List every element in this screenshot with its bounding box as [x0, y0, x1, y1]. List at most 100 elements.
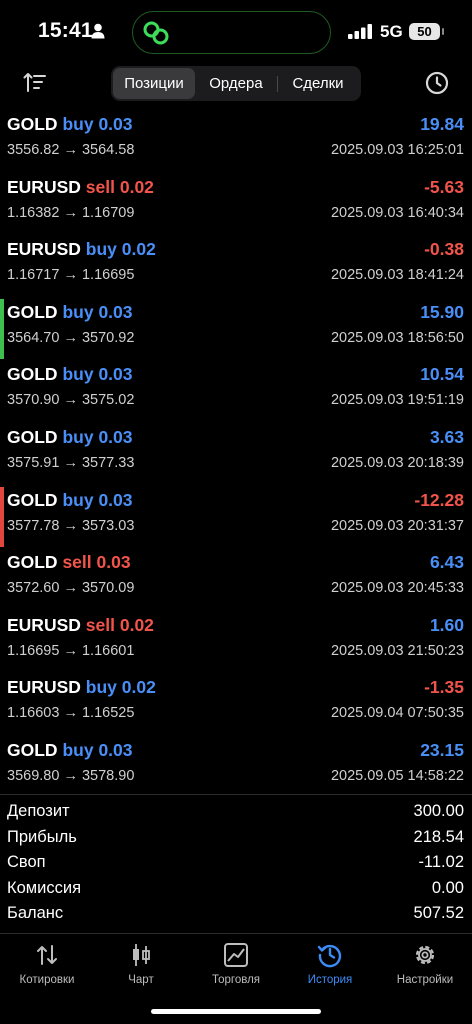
- tabbar-settings[interactable]: Настройки: [378, 942, 472, 986]
- tabbar-chart[interactable]: Чарт: [94, 942, 188, 986]
- summary-label: Баланс: [7, 904, 64, 923]
- deal-prices: 3575.91 → 3577.33: [7, 454, 135, 471]
- tabbar-label: Настройки: [396, 974, 454, 986]
- deal-row[interactable]: EURUSD sell 0.02 1.16382 → 1.16709 -5.63 20…: [0, 173, 472, 236]
- deal-row[interactable]: GOLD sell 0.03 3572.60 → 3570.09 6.43 2025.…: [0, 548, 472, 611]
- deal-side: sell: [85, 614, 115, 635]
- deal-symbol: GOLD: [7, 739, 58, 760]
- tabbar-label: Чарт: [128, 974, 154, 986]
- deal-volume: 0.03: [98, 426, 133, 447]
- deal-prices: 3577.78 → 3573.03: [7, 517, 135, 534]
- deal-row[interactable]: GOLD buy 0.03 3569.80 → 3578.90 23.15 2025.…: [0, 736, 472, 799]
- deal-side: buy: [62, 489, 94, 510]
- deal-title: EURUSD buy 0.02: [7, 239, 156, 260]
- deal-time: 2025.09.03 20:18:39: [330, 454, 464, 471]
- deal-title: EURUSD buy 0.02: [7, 677, 156, 698]
- deal-title: GOLD buy 0.03: [7, 364, 133, 385]
- deal-symbol: EURUSD: [7, 677, 81, 698]
- deal-volume: 0.03: [98, 739, 133, 760]
- deal-row[interactable]: EURUSD sell 0.02 1.16695 → 1.16601 1.60 202…: [0, 611, 472, 674]
- deal-title: GOLD buy 0.03: [7, 302, 133, 323]
- deal-title: EURUSD sell 0.02: [7, 615, 154, 636]
- person-icon: [91, 23, 105, 39]
- deal-profit: 1.60: [429, 614, 464, 635]
- deal-row[interactable]: GOLD buy 0.03 3564.70 → 3570.92 15.90 2025.…: [0, 298, 472, 361]
- deal-prices: 1.16382 → 1.16709: [7, 204, 135, 221]
- deal-volume: 0.03: [98, 364, 133, 385]
- tab-orders[interactable]: Ордера: [195, 68, 277, 99]
- deal-volume: 0.03: [98, 301, 133, 322]
- deal-prices: 1.16717 → 1.16695: [7, 267, 135, 284]
- summary-value: 0.00: [431, 878, 464, 897]
- divider: [0, 794, 472, 795]
- deal-row[interactable]: GOLD buy 0.03 3577.78 → 3573.03 -12.28 2025…: [0, 486, 472, 549]
- deal-symbol: GOLD: [7, 301, 58, 322]
- deal-side: buy: [85, 677, 117, 698]
- deal-row[interactable]: EURUSD buy 0.02 1.16717 → 1.16695 -0.38 202…: [0, 235, 472, 298]
- signal-icon: [348, 24, 372, 39]
- deal-volume: 0.02: [119, 176, 154, 197]
- summary-value: 218.54: [413, 827, 464, 846]
- deal-symbol: GOLD: [7, 114, 58, 134]
- deal-marker: [0, 298, 4, 359]
- history-icon: [317, 944, 342, 968]
- deal-time: 2025.09.03 20:45:33: [330, 580, 464, 597]
- tabbar-label: Торговля: [211, 974, 261, 986]
- deal-side: buy: [62, 364, 94, 385]
- settings-icon: [415, 945, 435, 965]
- summary-value: 507.52: [413, 904, 464, 923]
- deal-title: EURUSD sell 0.02: [7, 177, 154, 198]
- deal-title: GOLD sell 0.03: [7, 552, 131, 573]
- deal-volume: 0.02: [121, 239, 156, 260]
- deal-symbol: EURUSD: [7, 614, 81, 635]
- deal-title: GOLD buy 0.03: [7, 427, 133, 448]
- segmented-control: Позиции Ордера Сделки: [111, 66, 361, 101]
- deal-volume: 0.03: [96, 552, 131, 573]
- deal-time: 2025.09.04 07:50:35: [330, 705, 464, 722]
- summary-row: Своп -11.02: [0, 851, 472, 877]
- deal-profit: 6.43: [429, 552, 464, 573]
- deal-profit: 10.54: [420, 364, 464, 385]
- deal-time: 2025.09.03 18:41:24: [330, 267, 464, 284]
- deal-symbol: GOLD: [7, 364, 58, 385]
- deal-volume: 0.02: [121, 677, 156, 698]
- tabbar-label: Котировки: [19, 974, 75, 986]
- deal-side: buy: [62, 301, 94, 322]
- trade-icon: [224, 943, 248, 967]
- deal-time: 2025.09.03 20:31:37: [330, 517, 464, 534]
- home-indicator: [151, 1009, 321, 1014]
- chart-icon: [133, 944, 150, 966]
- summary-value: -11.02: [418, 853, 464, 872]
- sort-icon[interactable]: [23, 72, 47, 94]
- deal-side: sell: [62, 552, 92, 573]
- deal-profit: 3.63: [429, 426, 464, 447]
- deal-profit: 23.15: [420, 739, 464, 760]
- deal-marker: [0, 486, 4, 547]
- tabbar-trade[interactable]: Торговля: [189, 942, 283, 986]
- deal-time: 2025.09.05 14:58:22: [330, 767, 464, 784]
- clock-icon[interactable]: [425, 71, 449, 95]
- tabbar-quotes[interactable]: Котировки: [0, 942, 94, 986]
- summary-row: Баланс 507.52: [0, 902, 472, 928]
- link-icon: [143, 21, 169, 45]
- deal-profit: 19.84: [420, 114, 464, 134]
- tab-positions[interactable]: Позиции: [113, 68, 195, 99]
- deal-row[interactable]: GOLD buy 0.03 3556.82 → 3564.58 19.84 2025.…: [0, 110, 472, 173]
- deal-row[interactable]: EURUSD buy 0.02 1.16603 → 1.16525 -1.35 202…: [0, 673, 472, 736]
- deal-prices: 3564.70 → 3570.92: [7, 329, 135, 346]
- deal-time: 2025.09.03 19:51:19: [330, 392, 464, 409]
- summary-row: Депозит 300.00: [0, 800, 472, 826]
- deal-row[interactable]: GOLD buy 0.03 3575.91 → 3577.33 3.63 2025.0…: [0, 423, 472, 486]
- network-type: 5G: [380, 22, 403, 41]
- tab-deals[interactable]: Сделки: [277, 68, 359, 99]
- deal-side: buy: [62, 114, 94, 134]
- deal-profit: -12.28: [414, 489, 464, 510]
- deal-row[interactable]: GOLD buy 0.03 3570.90 → 3575.02 10.54 2025.…: [0, 360, 472, 423]
- deal-profit: -5.63: [424, 176, 464, 197]
- deal-prices: 1.16603 → 1.16525: [7, 705, 135, 722]
- deal-prices: 3569.80 → 3578.90: [7, 767, 135, 784]
- summary-value: 300.00: [413, 802, 464, 820]
- header: Позиции Ордера Сделки: [0, 62, 472, 106]
- tabbar-history[interactable]: История: [283, 942, 377, 986]
- deal-profit: -1.35: [424, 677, 464, 698]
